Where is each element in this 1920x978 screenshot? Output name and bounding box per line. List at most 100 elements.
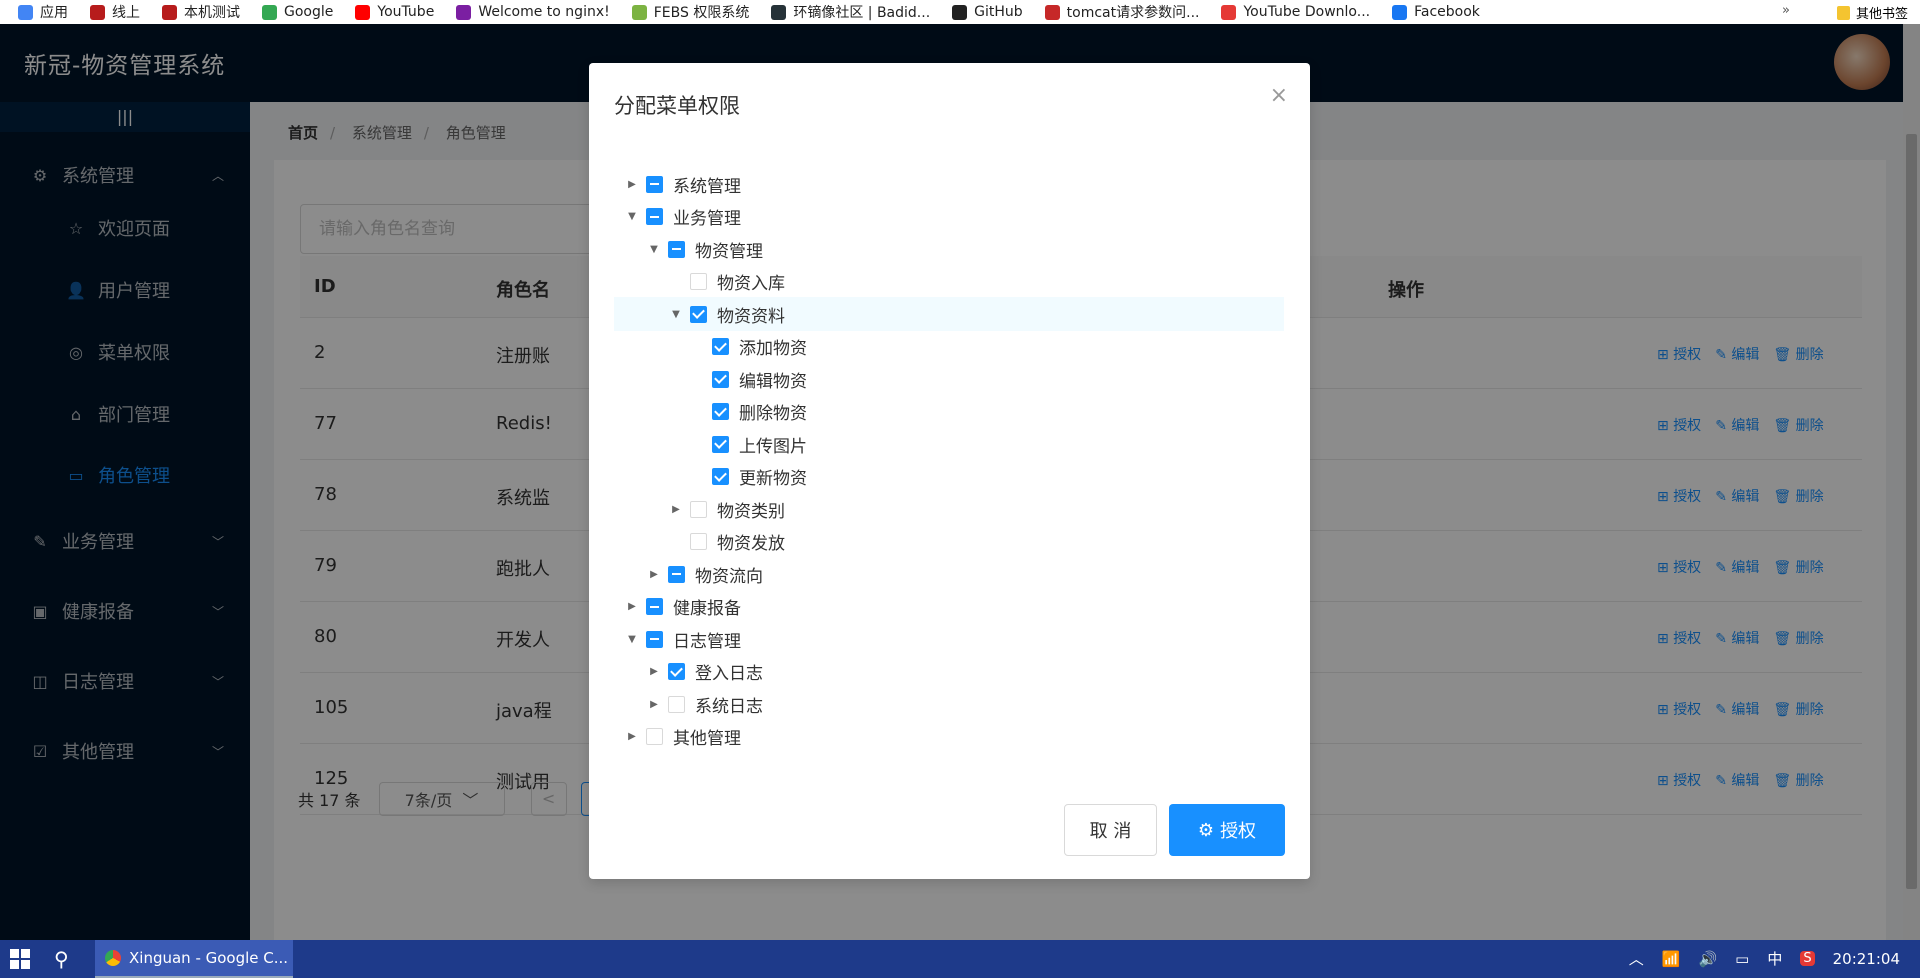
bookmark-favicon <box>1044 4 1060 20</box>
tree-checkbox[interactable] <box>646 728 663 745</box>
tree-node-label[interactable]: 物资发放 <box>717 529 785 554</box>
tree-node: ▼ 物资资料 <box>668 299 785 329</box>
bookmark-item[interactable]: 线上 <box>90 2 140 22</box>
tree-checkbox[interactable] <box>690 305 707 323</box>
bookmark-favicon <box>456 4 472 20</box>
sogou-icon[interactable]: S <box>1800 951 1815 966</box>
tree-node: ▼ 物资管理 <box>646 234 763 264</box>
close-icon[interactable]: × <box>1270 83 1288 108</box>
tree-node-label[interactable]: 日志管理 <box>673 627 741 652</box>
folder-icon <box>1836 5 1850 20</box>
caret-right-icon[interactable]: ▶ <box>646 699 662 710</box>
caret-down-icon[interactable]: ▼ <box>646 244 662 255</box>
bookmark-item[interactable]: YouTube <box>355 4 434 20</box>
tree-checkbox[interactable] <box>646 208 663 225</box>
clock[interactable]: 20:21:04 <box>1833 950 1900 968</box>
tray-up-icon[interactable]: ︿ <box>1629 948 1644 969</box>
tree-node-label[interactable]: 登入日志 <box>695 659 763 684</box>
tree-node-label[interactable]: 更新物资 <box>739 464 807 489</box>
caret-right-icon[interactable]: ▶ <box>624 179 640 190</box>
tree-checkbox[interactable] <box>668 663 685 680</box>
bookmark-item[interactable]: 环镝像社区 | Badid... <box>771 2 930 22</box>
tree-checkbox[interactable] <box>712 370 729 388</box>
battery-icon[interactable]: ▭ <box>1735 950 1749 968</box>
taskbar: ⚲ Xinguan - Google C... ︿ 📶 🔊 ▭ 中 S 20:2… <box>0 940 1920 978</box>
tree-node-label[interactable]: 系统管理 <box>673 172 741 197</box>
bookmark-item[interactable]: Facebook <box>1392 4 1480 20</box>
tree-node: ▼ 业务管理 <box>624 202 741 232</box>
tree-node: 添加物资 <box>690 332 807 362</box>
bookmarks-more-button[interactable]: » <box>1782 3 1790 18</box>
tree-checkbox[interactable] <box>712 403 729 420</box>
bookmark-item[interactable]: Welcome to nginx! <box>456 4 610 20</box>
tree-checkbox[interactable] <box>646 630 663 648</box>
tree-node-label[interactable]: 其他管理 <box>673 724 741 749</box>
bookmark-favicon <box>90 4 105 20</box>
caret-right-icon[interactable]: ▶ <box>646 666 662 677</box>
tree-node-label[interactable]: 物资入库 <box>717 269 785 294</box>
caret-right-icon[interactable]: ▶ <box>624 731 640 742</box>
wifi-icon[interactable]: 📶 <box>1662 950 1681 968</box>
tree-checkbox[interactable] <box>668 240 685 258</box>
caret-right-icon[interactable]: ▶ <box>624 601 640 612</box>
tree-checkbox[interactable] <box>690 273 707 290</box>
tree-checkbox[interactable] <box>690 533 707 550</box>
taskbar-app-label: Xinguan - Google C... <box>129 949 289 967</box>
tree-node: ▶ 物资类别 <box>668 494 785 524</box>
authorize-button[interactable]: ⚙ 授权 <box>1169 804 1285 856</box>
tree-node-label[interactable]: 上传图片 <box>739 432 807 457</box>
caret-down-icon[interactable]: ▼ <box>668 309 684 320</box>
tree-checkbox[interactable] <box>712 468 729 485</box>
tree-checkbox[interactable] <box>646 598 663 615</box>
bookmark-label: Google <box>284 4 334 20</box>
bookmark-item[interactable]: tomcat请求参数问... <box>1044 2 1200 22</box>
other-bookmarks[interactable]: 其他书签 <box>1836 3 1908 22</box>
bookmark-label: YouTube Downlo... <box>1243 4 1371 20</box>
bookmark-favicon <box>952 4 968 20</box>
bookmark-item[interactable]: GitHub <box>952 4 1023 20</box>
taskbar-chrome-app[interactable]: Xinguan - Google C... <box>95 940 293 978</box>
caret-down-icon[interactable]: ▼ <box>624 634 640 645</box>
caret-right-icon[interactable]: ▶ <box>646 569 662 580</box>
bookmark-item[interactable]: YouTube Downlo... <box>1221 4 1370 20</box>
tree-node-label[interactable]: 业务管理 <box>673 204 741 229</box>
bookmark-label: 线上 <box>112 5 140 21</box>
bookmark-favicon <box>262 4 277 20</box>
ime-indicator[interactable]: 中 <box>1767 948 1782 969</box>
other-bookmarks-label: 其他书签 <box>1855 7 1908 22</box>
tree-node-label[interactable]: 添加物资 <box>739 334 807 359</box>
bookmark-favicon <box>631 4 647 20</box>
gear-icon: ⚙ <box>1197 819 1215 841</box>
tree-node-label[interactable]: 删除物资 <box>739 399 807 424</box>
tree-node-label[interactable]: 物资资料 <box>717 302 785 327</box>
tree-node-label[interactable]: 健康报备 <box>673 594 741 619</box>
tree-node-label[interactable]: 物资流向 <box>695 562 763 587</box>
system-tray: ︿ 📶 🔊 ▭ 中 S 20:21:04 <box>1629 948 1900 969</box>
bookmark-favicon <box>162 4 177 20</box>
tree-checkbox[interactable] <box>712 435 729 453</box>
tree-node-label[interactable]: 系统日志 <box>695 692 763 717</box>
tree-node: 编辑物资 <box>690 364 807 394</box>
volume-icon[interactable]: 🔊 <box>1698 950 1717 968</box>
bookmark-item[interactable]: 应用 <box>18 2 68 22</box>
tree-node-label[interactable]: 物资类别 <box>717 497 785 522</box>
caret-right-icon[interactable]: ▶ <box>668 504 684 515</box>
tree-node: ▶ 健康报备 <box>624 592 741 622</box>
search-icon[interactable]: ⚲ <box>54 947 69 971</box>
cancel-button[interactable]: 取 消 <box>1064 804 1157 856</box>
tree-node-label[interactable]: 物资管理 <box>695 237 763 262</box>
tree-checkbox[interactable] <box>690 500 707 518</box>
windows-start-icon[interactable] <box>10 949 30 969</box>
tree-checkbox[interactable] <box>712 338 729 355</box>
caret-down-icon[interactable]: ▼ <box>624 211 640 222</box>
tree-node-label[interactable]: 编辑物资 <box>739 367 807 392</box>
bookmark-item[interactable]: 本机测试 <box>162 2 240 22</box>
bookmark-item[interactable]: Google <box>262 4 333 20</box>
tree-checkbox[interactable] <box>668 695 685 713</box>
bookmark-label: tomcat请求参数问... <box>1066 5 1200 21</box>
bookmark-item[interactable]: FEBS 权限系统 <box>631 2 749 22</box>
tree-checkbox[interactable] <box>668 565 685 583</box>
tree-checkbox[interactable] <box>646 175 663 193</box>
bookmark-label: GitHub <box>974 4 1023 20</box>
tree-node: ▶ 系统管理 <box>624 169 741 199</box>
